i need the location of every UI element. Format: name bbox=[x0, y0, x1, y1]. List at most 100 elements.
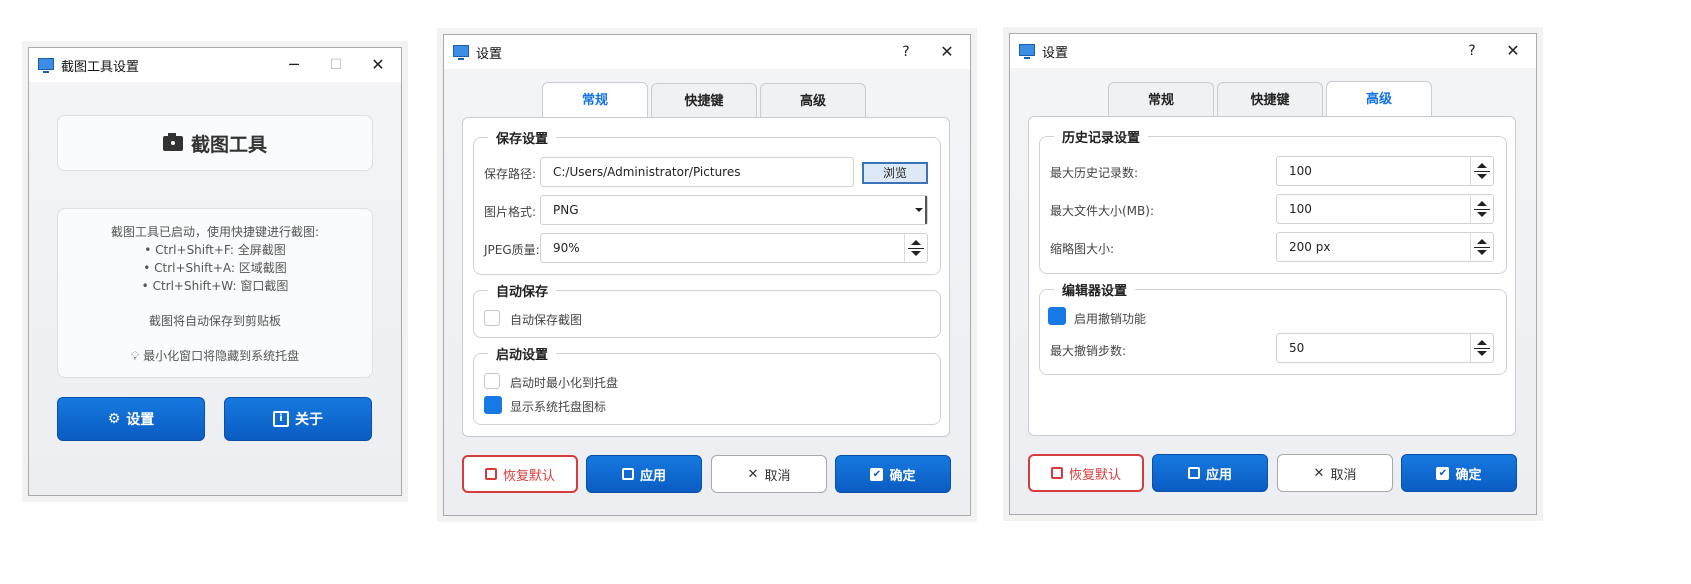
cancel-button[interactable]: ✕ 取消 bbox=[711, 455, 827, 493]
window-title: 截图工具设置 bbox=[61, 60, 140, 75]
title-bar[interactable]: 设置 ? ✕ bbox=[444, 35, 970, 69]
tab-content: 保存设置 保存路径: C:/Users/Administrator/Pictur… bbox=[462, 117, 950, 437]
cancel-label: 取消 bbox=[764, 468, 791, 484]
header-panel: 截图工具 bbox=[57, 115, 373, 171]
help-button[interactable]: ? bbox=[891, 39, 921, 65]
max-file-size-label: 最大文件大小(MB): bbox=[1050, 204, 1154, 218]
start-minimized-checkbox[interactable] bbox=[484, 373, 500, 389]
tab-advanced[interactable]: 高级 bbox=[1326, 81, 1432, 117]
settings-button-label: 设置 bbox=[126, 412, 155, 428]
thumbnail-size-spinbox[interactable]: 200 px bbox=[1276, 232, 1494, 262]
tray-icon-checkbox[interactable] bbox=[484, 396, 502, 414]
browse-button[interactable]: 浏览 bbox=[862, 162, 928, 184]
check-icon: ✔ bbox=[870, 467, 884, 481]
app-icon bbox=[453, 45, 469, 60]
close-icon: ✕ bbox=[1313, 465, 1325, 481]
app-icon bbox=[38, 58, 54, 73]
max-history-label: 最大历史记录数: bbox=[1050, 166, 1139, 180]
reset-defaults-button[interactable]: 恢复默认 bbox=[462, 455, 578, 493]
tab-shortcuts[interactable]: 快捷键 bbox=[651, 83, 757, 117]
format-select[interactable]: PNG bbox=[540, 195, 928, 225]
cancel-label: 取消 bbox=[1330, 467, 1357, 483]
tray-note-row: 💡︎ 最小化窗口将隐藏到系统托盘 bbox=[58, 347, 372, 365]
chevron-down-icon bbox=[915, 208, 923, 212]
spin-buttons[interactable] bbox=[1470, 157, 1493, 185]
info-panel: 截图工具已启动，使用快捷键进行截图: • Ctrl+Shift+F: 全屏截图 … bbox=[57, 208, 373, 378]
jpeg-quality-value: 90% bbox=[553, 241, 580, 255]
info-line: • Ctrl+Shift+W: 窗口截图 bbox=[141, 279, 289, 293]
history-settings-group: 历史记录设置 最大历史记录数: 100 最大文件大小(MB): 100 缩略图大… bbox=[1039, 127, 1507, 274]
group-title: 启动设置 bbox=[488, 344, 557, 363]
close-button[interactable]: ✕ bbox=[363, 52, 393, 78]
undo-enabled-label: 启用撤销功能 bbox=[1074, 312, 1147, 326]
editor-settings-group: 编辑器设置 启用撤销功能 最大撤销步数: 50 bbox=[1039, 280, 1507, 375]
jpeg-quality-spinbox[interactable]: 90% bbox=[540, 233, 928, 263]
main-window: 截图工具设置 ─ ☐ ✕ 截图工具 截图工具已启动，使用快捷键进行截图: • C… bbox=[28, 47, 402, 496]
apply-label: 应用 bbox=[639, 468, 666, 484]
tab-advanced[interactable]: 高级 bbox=[760, 83, 866, 117]
apply-button[interactable]: 应用 bbox=[1152, 454, 1268, 492]
tray-icon-label: 显示系统托盘图标 bbox=[510, 400, 607, 414]
thumbnail-size-value: 200 px bbox=[1289, 240, 1331, 254]
ok-button[interactable]: ✔ 确定 bbox=[1401, 454, 1517, 492]
about-button[interactable]: i 关于 bbox=[224, 397, 372, 441]
clipboard-note: 截图将自动保存到剪贴板 bbox=[148, 314, 281, 328]
tab-general[interactable]: 常规 bbox=[1108, 82, 1214, 116]
gear-icon: ⚙ bbox=[107, 411, 121, 427]
close-button[interactable]: ✕ bbox=[932, 39, 962, 65]
ok-label: 确定 bbox=[889, 468, 916, 484]
spin-buttons[interactable] bbox=[1470, 195, 1493, 223]
ok-label: 确定 bbox=[1455, 467, 1482, 483]
window-title: 设置 bbox=[1042, 46, 1069, 61]
reset-icon bbox=[1050, 467, 1063, 479]
reset-label: 恢复默认 bbox=[502, 468, 555, 484]
settings-dialog-advanced: 设置 ? ✕ 常规 快捷键 高级 历史记录设置 最大历史记录数: 100 最大文… bbox=[1009, 33, 1537, 515]
tab-content: 历史记录设置 最大历史记录数: 100 最大文件大小(MB): 100 缩略图大… bbox=[1028, 116, 1516, 436]
check-icon: ✔ bbox=[1436, 466, 1450, 480]
start-minimized-label: 启动时最小化到托盘 bbox=[510, 376, 619, 390]
tab-shortcuts[interactable]: 快捷键 bbox=[1217, 82, 1323, 116]
group-title: 历史记录设置 bbox=[1054, 127, 1149, 146]
max-history-value: 100 bbox=[1289, 164, 1312, 178]
save-settings-group: 保存设置 保存路径: C:/Users/Administrator/Pictur… bbox=[473, 128, 941, 275]
camera-icon bbox=[162, 132, 183, 151]
settings-dialog-general: 设置 ? ✕ 常规 快捷键 高级 保存设置 保存路径: C:/Users/Adm… bbox=[443, 34, 971, 516]
reset-defaults-button[interactable]: 恢复默认 bbox=[1028, 454, 1144, 492]
tab-general[interactable]: 常规 bbox=[542, 82, 648, 118]
info-line: 截图工具已启动，使用快捷键进行截图: bbox=[110, 225, 320, 239]
undo-steps-spinbox[interactable]: 50 bbox=[1276, 333, 1494, 363]
spin-buttons[interactable] bbox=[904, 234, 927, 262]
info-line: • Ctrl+Shift+F: 全屏截图 bbox=[144, 243, 286, 257]
autosave-label: 自动保存截图 bbox=[510, 313, 583, 327]
undo-steps-label: 最大撤销步数: bbox=[1050, 344, 1127, 358]
max-file-size-value: 100 bbox=[1289, 202, 1312, 216]
settings-button[interactable]: ⚙ 设置 bbox=[57, 397, 205, 441]
undo-enabled-checkbox[interactable] bbox=[1048, 307, 1066, 325]
maximize-button[interactable]: ☐ bbox=[321, 52, 351, 78]
format-label: 图片格式: bbox=[484, 205, 537, 219]
close-button[interactable]: ✕ bbox=[1498, 38, 1528, 64]
close-icon: ✕ bbox=[747, 466, 759, 482]
cancel-button[interactable]: ✕ 取消 bbox=[1277, 454, 1393, 492]
apply-label: 应用 bbox=[1205, 467, 1232, 483]
max-history-spinbox[interactable]: 100 bbox=[1276, 156, 1494, 186]
apply-button[interactable]: 应用 bbox=[586, 455, 702, 493]
max-file-size-spinbox[interactable]: 100 bbox=[1276, 194, 1494, 224]
autosave-checkbox[interactable] bbox=[484, 310, 500, 326]
ok-button[interactable]: ✔ 确定 bbox=[835, 455, 951, 493]
reset-icon bbox=[484, 468, 497, 480]
group-title: 自动保存 bbox=[488, 281, 557, 300]
title-bar[interactable]: 设置 ? ✕ bbox=[1010, 34, 1536, 68]
save-path-input[interactable]: C:/Users/Administrator/Pictures bbox=[540, 157, 854, 187]
save-icon bbox=[1187, 467, 1200, 479]
info-line: • Ctrl+Shift+A: 区域截图 bbox=[143, 261, 287, 275]
help-button[interactable]: ? bbox=[1457, 38, 1487, 64]
jpeg-quality-label: JPEG质量: bbox=[484, 243, 540, 257]
minimize-button[interactable]: ─ bbox=[279, 52, 309, 78]
app-icon bbox=[1019, 44, 1035, 59]
reset-label: 恢复默认 bbox=[1068, 467, 1121, 483]
title-bar[interactable]: 截图工具设置 ─ ☐ ✕ bbox=[29, 48, 401, 82]
spin-buttons[interactable] bbox=[1470, 334, 1493, 362]
save-icon bbox=[621, 468, 634, 480]
spin-buttons[interactable] bbox=[1470, 233, 1493, 261]
